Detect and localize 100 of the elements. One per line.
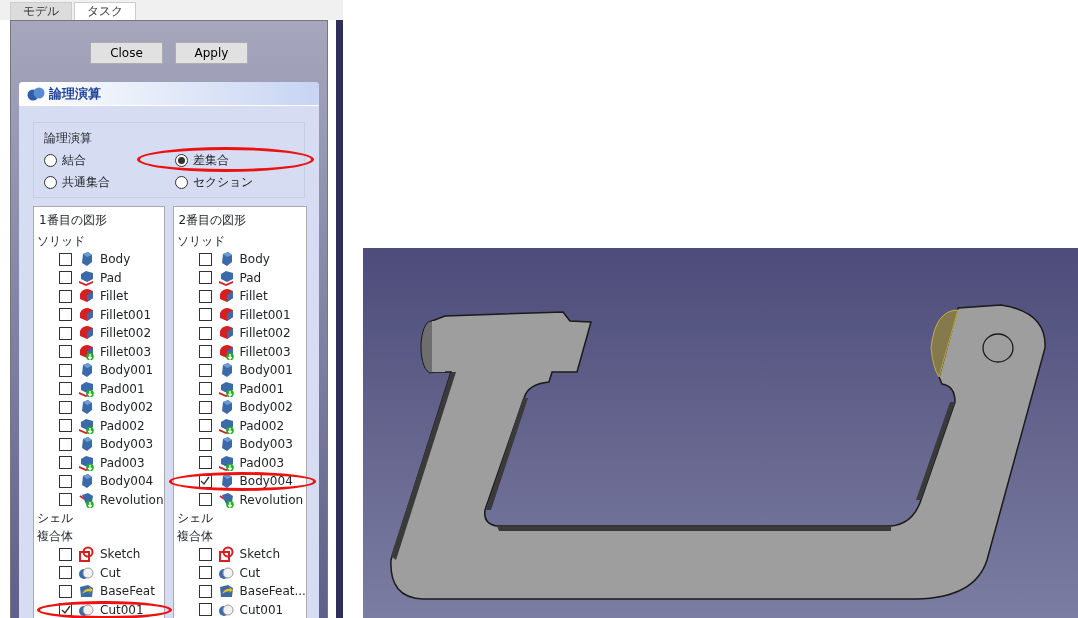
checkbox[interactable] [59, 493, 72, 507]
checkbox[interactable] [59, 326, 72, 340]
item-label[interactable]: Pad002 [239, 416, 285, 435]
section-label: ソリッド [37, 233, 86, 250]
item-label[interactable]: Pad [239, 268, 262, 287]
checkbox[interactable] [59, 456, 72, 470]
checkbox[interactable] [198, 603, 212, 617]
panel-tab[interactable]: タスク [74, 2, 136, 20]
item-label[interactable]: Body [239, 250, 270, 269]
item-label[interactable]: Body002 [239, 398, 293, 417]
radio-button[interactable] [175, 153, 188, 167]
checkbox[interactable] [198, 437, 212, 451]
item-label[interactable]: Pad001 [239, 379, 285, 398]
item-label[interactable]: Pad002 [100, 416, 145, 435]
item-label[interactable]: Pad [100, 268, 122, 287]
spheres-icon [217, 564, 234, 581]
item-label[interactable]: Body004 [239, 472, 293, 491]
3d-viewport[interactable] [363, 248, 1078, 618]
sketch-icon [78, 546, 94, 563]
checkbox[interactable] [59, 289, 72, 303]
arrow-box-icon [78, 583, 94, 600]
checkbox[interactable] [59, 584, 72, 598]
item-label[interactable]: Pad003 [100, 453, 145, 472]
item-label[interactable]: Body004 [100, 472, 154, 491]
item-label[interactable]: Body [100, 250, 131, 269]
panel-tab[interactable]: モデル [10, 2, 72, 20]
checkbox[interactable] [59, 363, 72, 377]
checkbox[interactable] [198, 566, 212, 580]
checkbox[interactable] [59, 400, 72, 414]
item-label[interactable]: Fillet [100, 287, 129, 306]
checkbox[interactable] [59, 271, 72, 285]
item-label[interactable]: Cut [239, 563, 261, 582]
checkbox[interactable] [198, 345, 212, 359]
item-label[interactable]: Pad003 [239, 453, 285, 472]
item-label[interactable]: Body003 [100, 435, 154, 454]
checkbox[interactable] [59, 437, 72, 451]
checkbox[interactable] [198, 271, 212, 285]
item-label[interactable]: Fillet003 [239, 342, 291, 361]
pad-icon [217, 269, 234, 286]
item-label[interactable]: Fillet003 [100, 342, 152, 361]
arrow-box-icon [217, 583, 234, 600]
fillet-icon [217, 343, 234, 360]
radio-label[interactable]: 結合 [62, 151, 86, 169]
checkbox[interactable] [59, 382, 72, 396]
pad-icon [78, 417, 94, 434]
item-label[interactable]: Fillet002 [100, 324, 152, 343]
checkbox[interactable] [198, 400, 212, 414]
radio-button[interactable] [44, 153, 57, 167]
item-label[interactable]: Body001 [239, 361, 293, 380]
dialog-button[interactable]: Close [90, 42, 163, 64]
checkbox[interactable] [59, 474, 72, 488]
checkbox[interactable] [198, 493, 212, 507]
checkbox[interactable] [198, 289, 212, 303]
radio-label[interactable]: セクション [193, 173, 253, 191]
item-label[interactable]: Revolution [239, 490, 304, 509]
radio-button[interactable] [175, 175, 188, 189]
item-label[interactable]: Fillet001 [239, 305, 291, 324]
task-title: 論理演算 [49, 84, 101, 103]
item-label[interactable]: Fillet001 [100, 305, 152, 324]
item-label[interactable]: Fillet [239, 287, 268, 306]
checkbox[interactable] [198, 382, 212, 396]
checkbox[interactable] [59, 252, 72, 266]
item-label[interactable]: Cut [100, 563, 121, 582]
checkbox[interactable] [198, 363, 212, 377]
checkbox[interactable] [59, 419, 72, 433]
item-label[interactable]: Body003 [239, 435, 293, 454]
checkbox[interactable] [198, 326, 212, 340]
pad-icon [217, 454, 234, 471]
checkbox[interactable] [198, 308, 212, 322]
fillet-icon [217, 306, 234, 323]
item-label[interactable]: Sketch [239, 545, 280, 564]
dialog-button[interactable]: Apply [175, 42, 248, 64]
radio-button[interactable] [44, 175, 57, 189]
item-label[interactable]: Revolution [100, 490, 164, 509]
item-label[interactable]: Fillet002 [239, 324, 291, 343]
pad-icon [78, 269, 94, 286]
item-label[interactable]: Sketch [100, 545, 141, 564]
sketch-icon [217, 546, 234, 563]
group-label: 論理演算 [44, 130, 93, 147]
item-label[interactable]: Body002 [100, 398, 154, 417]
item-label[interactable]: Body001 [100, 361, 154, 380]
list-title: 2番目の図形 [177, 212, 248, 229]
checkbox[interactable] [59, 308, 72, 322]
item-label[interactable]: Cut001 [100, 600, 144, 618]
checkbox[interactable] [59, 566, 72, 580]
item-label[interactable]: Cut001 [239, 600, 284, 618]
radio-label[interactable]: 共通集合 [62, 173, 110, 191]
checkbox[interactable] [198, 252, 212, 266]
checkbox[interactable] [198, 419, 212, 433]
item-label[interactable]: Pad001 [100, 379, 145, 398]
checkbox[interactable] [198, 584, 212, 598]
radio-label[interactable]: 差集合 [193, 151, 229, 169]
item-label[interactable]: BaseFeat [100, 582, 155, 601]
checkbox[interactable] [198, 456, 212, 470]
pad-icon [78, 380, 94, 397]
checkbox[interactable] [198, 547, 212, 561]
item-label[interactable]: BaseFeat... [239, 582, 306, 601]
checkbox[interactable] [59, 547, 72, 561]
fillet-icon [217, 325, 234, 342]
checkbox[interactable] [59, 345, 72, 359]
